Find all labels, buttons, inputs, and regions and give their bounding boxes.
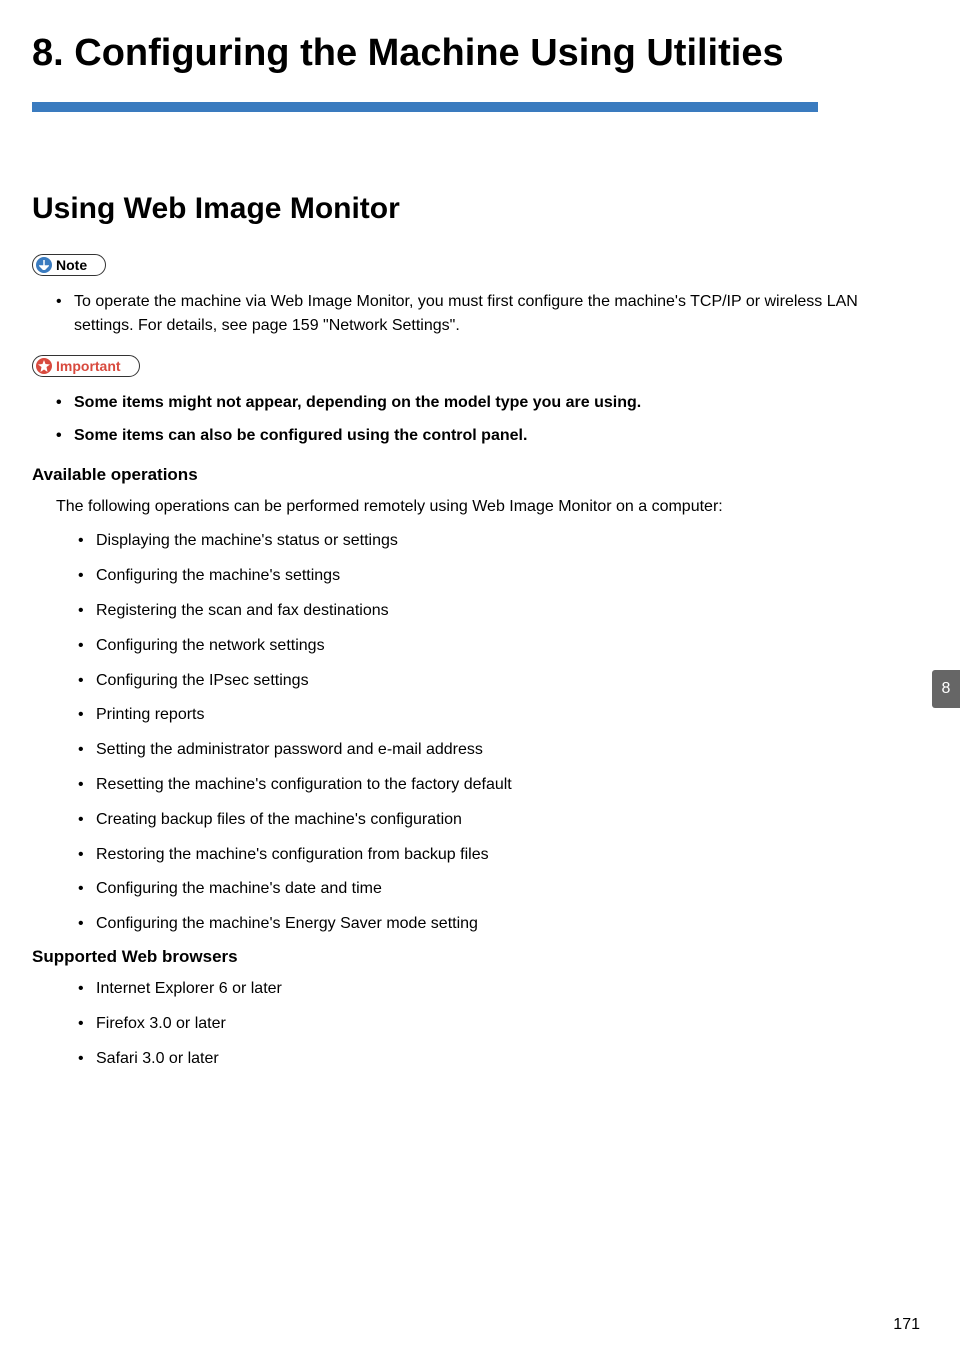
list-item: Configuring the network settings	[78, 634, 880, 659]
available-operations-heading: Available operations	[32, 465, 880, 485]
list-item: To operate the machine via Web Image Mon…	[56, 290, 880, 340]
note-label: Note	[56, 257, 87, 273]
note-list: To operate the machine via Web Image Mon…	[32, 290, 880, 340]
important-list: Some items might not appear, depending o…	[32, 391, 880, 449]
supported-browsers-heading: Supported Web browsers	[32, 947, 880, 967]
list-item: Resetting the machine's configuration to…	[78, 773, 880, 798]
page-number: 171	[893, 1316, 920, 1334]
list-item: Configuring the machine's date and time	[78, 877, 880, 902]
list-item: Printing reports	[78, 703, 880, 728]
list-item: Safari 3.0 or later	[78, 1047, 880, 1072]
list-item: Configuring the machine's settings	[78, 564, 880, 589]
list-item: Displaying the machine's status or setti…	[78, 529, 880, 554]
list-item: Configuring the machine's Energy Saver m…	[78, 912, 880, 937]
list-item: Some items might not appear, depending o…	[56, 391, 880, 416]
list-item: Creating backup files of the machine's c…	[78, 808, 880, 833]
list-item: Firefox 3.0 or later	[78, 1012, 880, 1037]
list-item: Configuring the IPsec settings	[78, 669, 880, 694]
list-item: Setting the administrator password and e…	[78, 738, 880, 763]
chapter-title: 8. Configuring the Machine Using Utiliti…	[32, 30, 880, 78]
divider-bar	[32, 102, 818, 112]
available-operations-list: Displaying the machine's status or setti…	[32, 529, 880, 937]
supported-browsers-list: Internet Explorer 6 or later Firefox 3.0…	[32, 977, 880, 1071]
important-label: Important	[56, 358, 121, 374]
section-title: Using Web Image Monitor	[32, 192, 880, 226]
list-item: Some items can also be configured using …	[56, 424, 880, 449]
list-item: Internet Explorer 6 or later	[78, 977, 880, 1002]
list-item: Registering the scan and fax destination…	[78, 599, 880, 624]
note-badge: Note	[32, 254, 106, 276]
important-badge: Important	[32, 355, 140, 377]
list-item: Restoring the machine's configuration fr…	[78, 843, 880, 868]
available-operations-intro: The following operations can be performe…	[56, 495, 880, 520]
chapter-tab: 8	[932, 670, 960, 708]
down-arrow-icon	[36, 257, 52, 273]
star-icon	[36, 358, 52, 374]
